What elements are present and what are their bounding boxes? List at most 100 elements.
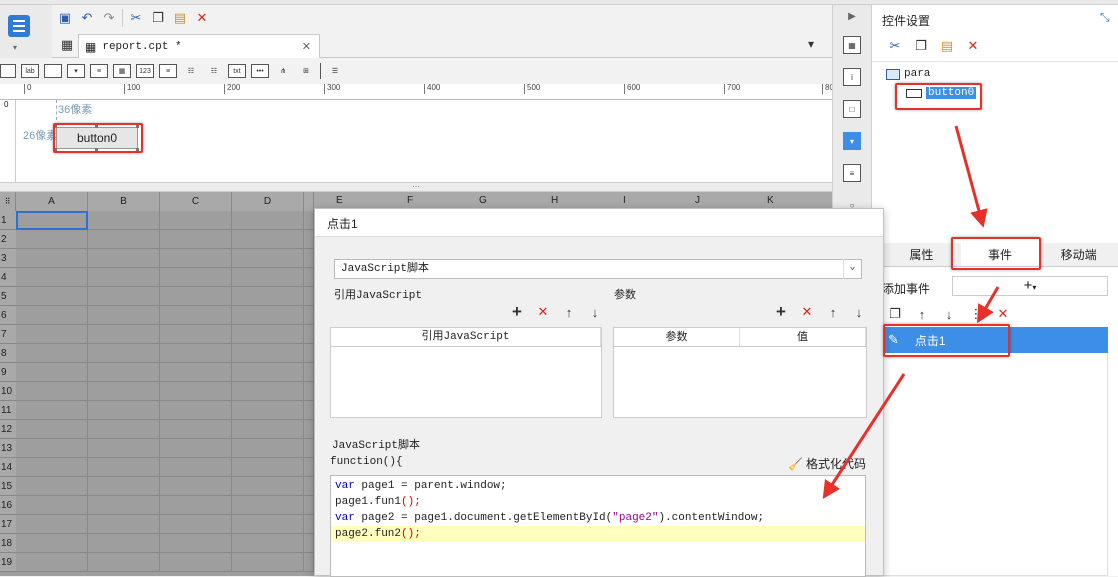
delete-icon[interactable]: ✕ (193, 9, 211, 27)
grid-cell[interactable] (304, 553, 314, 572)
grid-cell[interactable] (232, 363, 304, 382)
code-editor[interactable]: var page1 = parent.window; page1.fun1();… (330, 475, 866, 577)
selected-cell[interactable] (16, 211, 88, 230)
row-header[interactable]: 16 (0, 496, 16, 515)
paste-icon[interactable]: ▤ (938, 37, 956, 55)
move-up-icon[interactable]: ↑ (560, 303, 578, 321)
delete-param-icon[interactable]: ✕ (798, 303, 816, 321)
grid-cell[interactable] (16, 382, 88, 401)
grid-cell[interactable] (88, 306, 160, 325)
column-header[interactable]: D (232, 192, 304, 211)
grid-cell[interactable] (160, 211, 232, 230)
grid-cell[interactable] (304, 287, 314, 306)
expand-panel-icon[interactable]: ⤡ (1100, 10, 1110, 25)
grid-cell[interactable] (304, 515, 314, 534)
grid-cell[interactable] (304, 458, 314, 477)
move-up-icon[interactable]: ↑ (913, 305, 931, 323)
tab-list-icon[interactable]: ▾ (808, 37, 814, 51)
row-header[interactable]: 2 (0, 230, 16, 249)
row-header[interactable]: 7 (0, 325, 16, 344)
row-header[interactable]: 12 (0, 420, 16, 439)
grid-cell[interactable] (16, 363, 88, 382)
script-type-select[interactable]: JavaScript脚本 ⌄ (334, 259, 862, 279)
grid-cell[interactable] (16, 306, 88, 325)
add-event-button[interactable]: +▾ (952, 276, 1108, 296)
grid-cell[interactable] (88, 515, 160, 534)
ref-js-table[interactable]: 引用JavaScript (330, 327, 602, 418)
grid-cell[interactable] (304, 496, 314, 515)
column-header[interactable]: I (623, 195, 626, 206)
grid-cell[interactable] (232, 325, 304, 344)
grid-cell[interactable] (16, 325, 88, 344)
grid-cell[interactable] (232, 420, 304, 439)
combo-widget-icon[interactable]: ▾ (67, 64, 85, 78)
grid-cell[interactable] (232, 458, 304, 477)
grid-cell[interactable] (232, 515, 304, 534)
move-down-icon[interactable]: ↓ (586, 303, 604, 321)
paste-icon[interactable]: ▤ (171, 9, 189, 27)
param-down-icon[interactable]: ↓ (850, 303, 868, 321)
grid-cell[interactable] (160, 363, 232, 382)
radio-group-widget-icon[interactable]: ☷ (182, 64, 200, 78)
row-header[interactable]: 19 (0, 553, 16, 572)
row-header[interactable]: 9 (0, 363, 16, 382)
grid-cell[interactable] (304, 325, 314, 344)
grid-cell[interactable] (232, 439, 304, 458)
cut-icon[interactable]: ✂ (127, 9, 145, 27)
column-header[interactable]: B (88, 192, 160, 211)
grid-cell[interactable] (160, 344, 232, 363)
checkbox-group-widget-icon[interactable]: ☷ (205, 64, 223, 78)
row-header[interactable]: 13 (0, 439, 16, 458)
row-header[interactable]: 1 (0, 211, 16, 230)
grid-cell[interactable] (304, 249, 314, 268)
row-header[interactable]: 5 (0, 287, 16, 306)
add-param-icon[interactable]: + (772, 302, 790, 321)
column-header[interactable]: J (695, 195, 700, 206)
grid-cell[interactable] (88, 477, 160, 496)
cut-icon[interactable]: ✂ (886, 37, 904, 55)
tree-combo-widget-icon[interactable]: ⊞ (297, 64, 315, 78)
grid-cell[interactable] (16, 515, 88, 534)
grid-cell[interactable] (160, 230, 232, 249)
grid-cell[interactable] (304, 230, 314, 249)
delete-event-icon[interactable]: ✕ (994, 305, 1012, 323)
copy-icon[interactable]: ❐ (149, 9, 167, 27)
grid-cell[interactable] (88, 382, 160, 401)
grid-cell[interactable] (16, 534, 88, 553)
tree-widget-icon[interactable]: ⋔ (274, 64, 292, 78)
grid-cell[interactable] (16, 230, 88, 249)
grid-cell[interactable] (88, 344, 160, 363)
report-grid[interactable]: ⠿ A B C D 1 2 3 4 5 6 7 8 9 10 11 12 13 14 15 16 17 18 19 (0, 192, 314, 576)
document-tab[interactable]: ▦ report.cpt * ✕ (78, 34, 320, 58)
grid-cell[interactable] (160, 249, 232, 268)
grid-cell[interactable] (88, 439, 160, 458)
column-header[interactable]: A (16, 192, 88, 211)
row-header[interactable]: 4 (0, 268, 16, 287)
grid-cell[interactable] (232, 306, 304, 325)
row-header[interactable]: 10 (0, 382, 16, 401)
app-menu-icon[interactable] (8, 15, 30, 37)
grid-cell[interactable] (16, 268, 88, 287)
grid-cell[interactable] (304, 382, 314, 401)
list-widget-icon[interactable]: ≡ (90, 64, 108, 78)
grid-cell[interactable] (232, 344, 304, 363)
grid-cell[interactable] (160, 401, 232, 420)
label-widget-icon[interactable]: lab (21, 64, 39, 78)
grid-cell[interactable] (160, 496, 232, 515)
row-header[interactable]: 14 (0, 458, 16, 477)
grid-cell[interactable] (160, 420, 232, 439)
grid-cell[interactable] (88, 211, 160, 230)
param-up-icon[interactable]: ↑ (824, 303, 842, 321)
column-header[interactable]: F (407, 195, 413, 206)
grid-cell[interactable] (16, 344, 88, 363)
frame-icon[interactable]: □ (843, 100, 861, 118)
grid-cell[interactable] (160, 553, 232, 572)
column-header[interactable]: C (160, 192, 232, 211)
grid-cell[interactable] (160, 534, 232, 553)
row-header[interactable]: 15 (0, 477, 16, 496)
chevron-down-icon[interactable]: ▾ (13, 43, 17, 52)
grid-cell[interactable] (232, 268, 304, 287)
grid-cell[interactable] (160, 515, 232, 534)
list-tool-icon[interactable]: ≡ (843, 164, 861, 182)
grid-cell[interactable] (16, 496, 88, 515)
